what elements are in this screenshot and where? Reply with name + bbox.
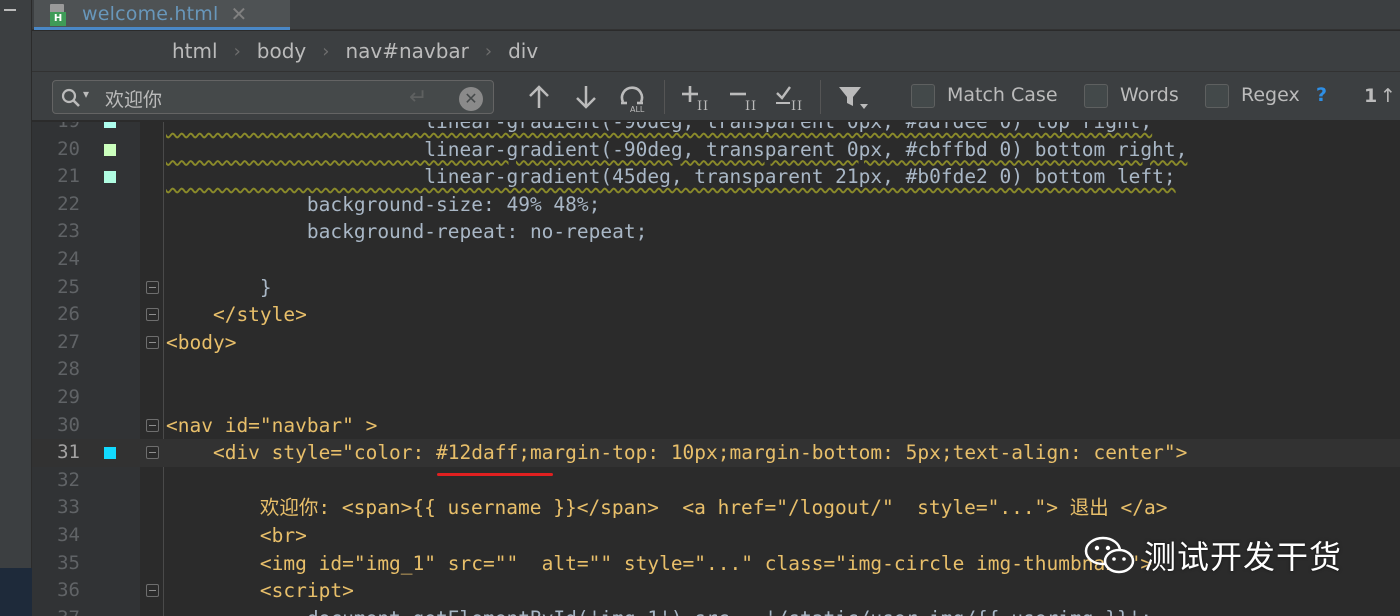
- match-case-label[interactable]: Match Case: [947, 84, 1058, 106]
- search-icon[interactable]: [61, 88, 81, 108]
- svg-text:I: I: [797, 99, 802, 112]
- code-line[interactable]: 32: [32, 467, 1400, 495]
- code-text: background-size: 49% 48%;: [166, 192, 601, 216]
- regex-help-icon[interactable]: ?: [1316, 84, 1327, 106]
- chevron-right-icon: ›: [484, 40, 493, 62]
- svg-text:ALL: ALL: [630, 105, 645, 112]
- find-bar: ▾ ↵ ✕ ALL I I I I I I Match Cas: [32, 71, 1400, 121]
- code-text: 欢迎你: <span>{{ username }}</span> <a href…: [166, 496, 1168, 520]
- code-line-current[interactable]: 31 <div style="color: #12daff;margin-top…: [32, 439, 1400, 467]
- words-checkbox[interactable]: [1084, 84, 1108, 108]
- regex-checkbox[interactable]: [1205, 84, 1229, 108]
- newline-icon[interactable]: ↵: [409, 85, 427, 110]
- color-swatch-icon[interactable]: [104, 447, 116, 460]
- select-all-occurrences-icon[interactable]: ALL: [618, 82, 652, 112]
- breadcrumb-body[interactable]: body: [257, 39, 306, 63]
- breadcrumb-nav[interactable]: nav#navbar: [345, 39, 468, 63]
- color-swatch-icon[interactable]: [104, 143, 116, 156]
- code-text: </style>: [166, 303, 307, 327]
- filter-icon[interactable]: [836, 82, 870, 112]
- code-text: <script>: [166, 579, 354, 603]
- watermark: 测试开发干货: [1082, 532, 1342, 578]
- tab-label: welcome.html: [82, 2, 219, 25]
- svg-text:I: I: [703, 99, 708, 112]
- words-label[interactable]: Words: [1120, 84, 1179, 106]
- match-case-checkbox[interactable]: [911, 84, 935, 108]
- code-line[interactable]: 25 }: [32, 274, 1400, 302]
- svg-text:I: I: [751, 99, 756, 112]
- svg-text:I: I: [791, 99, 796, 112]
- code-line[interactable]: 19 linear-gradient(-90deg, transparent 0…: [32, 122, 1400, 136]
- next-occurrence-icon[interactable]: [573, 82, 599, 112]
- color-swatch-icon[interactable]: [104, 122, 116, 128]
- html-file-icon: H: [50, 3, 72, 26]
- search-history-dropdown-icon[interactable]: ▾: [83, 87, 89, 101]
- fold-icon[interactable]: [146, 280, 159, 294]
- tab-bar: H welcome.html ✕: [32, 0, 1400, 30]
- fold-icon[interactable]: [146, 446, 159, 460]
- add-occurrence-icon[interactable]: I I: [680, 82, 714, 112]
- fold-icon[interactable]: [146, 308, 159, 322]
- code-line[interactable]: 37 document.getElementById('img_1').src …: [32, 605, 1400, 616]
- code-line[interactable]: 23 background-repeat: no-repeat;: [32, 218, 1400, 246]
- code-line[interactable]: 27 <body>: [32, 329, 1400, 357]
- code-line[interactable]: 33 欢迎你: <span>{{ username }}</span> <a h…: [32, 494, 1400, 522]
- minimize-icon[interactable]: [4, 9, 16, 11]
- code-line[interactable]: 29: [32, 384, 1400, 412]
- code-text: background-repeat: no-repeat;: [166, 220, 648, 244]
- match-count: 1: [1364, 85, 1378, 107]
- code-line[interactable]: 26 </style>: [32, 301, 1400, 329]
- unselect-occurrence-icon[interactable]: I I: [728, 82, 762, 112]
- code-line[interactable]: 20 linear-gradient(-90deg, transparent 0…: [32, 136, 1400, 164]
- search-input[interactable]: [105, 85, 405, 111]
- search-box[interactable]: ▾ ↵ ✕: [52, 80, 494, 114]
- arrow-up-icon[interactable]: ↑: [1380, 85, 1396, 107]
- code-line[interactable]: 30 <nav id="navbar" >: [32, 412, 1400, 440]
- code-line[interactable]: 28: [32, 356, 1400, 384]
- wechat-logo-icon: [1084, 536, 1135, 574]
- toolbar-separator: [664, 80, 665, 114]
- svg-text:I: I: [697, 99, 702, 112]
- fold-icon[interactable]: [146, 584, 159, 598]
- watermark-text: 测试开发干货: [1144, 538, 1343, 576]
- code-text: linear-gradient(-90deg, transparent 0px,…: [166, 122, 1152, 136]
- code-line[interactable]: 21 linear-gradient(45deg, transparent 21…: [32, 163, 1400, 191]
- fold-icon[interactable]: [146, 418, 159, 432]
- previous-occurrence-icon[interactable]: [526, 82, 552, 112]
- regex-label[interactable]: Regex: [1241, 84, 1300, 106]
- close-icon[interactable]: ✕: [231, 2, 248, 26]
- code-text: <nav id="navbar" >: [166, 413, 378, 437]
- code-line[interactable]: 24: [32, 246, 1400, 274]
- code-text: }: [166, 275, 272, 299]
- chevron-right-icon: ›: [322, 40, 330, 62]
- code-text: linear-gradient(-90deg, transparent 0px,…: [166, 137, 1188, 161]
- breadcrumb-div[interactable]: div: [508, 39, 538, 63]
- color-swatch-icon[interactable]: [104, 171, 116, 184]
- breadcrumb: html › body › nav#navbar › div: [32, 31, 1400, 71]
- code-text: <body>: [166, 330, 237, 354]
- code-text: <br>: [166, 524, 307, 547]
- breadcrumb-html[interactable]: html: [172, 39, 218, 63]
- code-text: linear-gradient(45deg, transparent 21px,…: [166, 165, 1176, 189]
- left-strip-bottom: [0, 568, 32, 616]
- code-text: <div style="color: #12daff;margin-top: 1…: [166, 441, 1188, 465]
- code-line[interactable]: 22 background-size: 49% 48%;: [32, 191, 1400, 219]
- select-all-checked-icon[interactable]: I I: [774, 82, 808, 112]
- left-tool-strip: [0, 0, 32, 616]
- fold-icon[interactable]: [146, 335, 159, 349]
- toolbar-separator: [820, 80, 821, 114]
- chevron-right-icon: ›: [233, 40, 241, 62]
- svg-text:I: I: [745, 99, 750, 112]
- clear-icon[interactable]: ✕: [459, 87, 483, 111]
- tab-welcome-html[interactable]: H welcome.html ✕: [34, 0, 290, 30]
- code-text: document.getElementById('img_1').src = '…: [166, 605, 1152, 616]
- code-line[interactable]: 36 <script>: [32, 577, 1400, 605]
- code-text: <img id="img_1" src="" alt="" style="...…: [166, 551, 1153, 575]
